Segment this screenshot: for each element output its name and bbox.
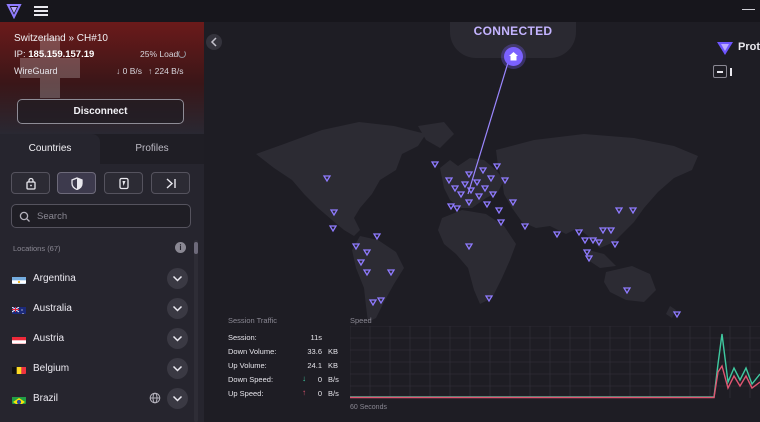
country-name: Belgium xyxy=(33,363,70,374)
down-volume-row: Down Volume: 33.6 KB xyxy=(228,347,339,356)
shield-icon xyxy=(71,177,83,190)
minimize-icon[interactable]: — xyxy=(742,2,755,16)
tor-onion-icon xyxy=(119,177,129,190)
brazil-flag xyxy=(12,394,26,404)
connection-status: CONNECTED xyxy=(473,24,553,38)
map-panel: CONNECTED Prot Session Traffic Session: … xyxy=(204,22,760,422)
load-indicator-icon xyxy=(178,50,186,58)
p2p-arrow-icon xyxy=(166,178,176,189)
country-name: Brazil xyxy=(33,393,59,404)
proton-vpn-icon[interactable] xyxy=(6,3,22,19)
collapse-sidebar-button[interactable] xyxy=(206,34,222,50)
server-name: Switzerland » CH#10 xyxy=(14,33,108,44)
expand-button[interactable] xyxy=(167,358,188,379)
hamburger-icon[interactable] xyxy=(34,4,48,18)
down-arrow-icon: ↓ xyxy=(302,374,306,383)
download-rate: ↓ 0 B/s xyxy=(116,66,142,76)
chevron-down-icon xyxy=(172,335,183,342)
minimize-map-button[interactable] xyxy=(713,65,727,78)
ip-address: IP: 185.159.157.19 xyxy=(14,49,95,60)
continents xyxy=(256,122,698,322)
lock-icon xyxy=(26,177,36,190)
expand-button[interactable] xyxy=(167,298,188,319)
sidebar-tabs: Countries Profiles xyxy=(0,134,204,164)
country-name: Austria xyxy=(33,333,65,344)
country-name: Argentina xyxy=(33,273,76,284)
country-row-austria[interactable]: Austria xyxy=(0,324,192,354)
expand-button[interactable] xyxy=(167,388,188,409)
argentina-flag xyxy=(12,274,26,284)
speed-chart-grid xyxy=(350,326,760,398)
download-speed-line xyxy=(350,333,760,398)
tor-filter-button[interactable] xyxy=(104,172,143,194)
tab-countries[interactable]: Countries xyxy=(0,134,100,164)
up-arrow-icon: ↑ xyxy=(302,388,306,397)
country-name: Australia xyxy=(33,303,72,314)
tab-profiles[interactable]: Profiles xyxy=(100,134,204,164)
session-time-row: Session: 11s xyxy=(228,333,322,342)
expand-button[interactable] xyxy=(167,268,188,289)
netshield-filter-button[interactable] xyxy=(57,172,96,194)
down-speed-row: Down Speed: ↓ 0 B/s xyxy=(228,374,339,384)
p2p-filter-button[interactable] xyxy=(151,172,190,194)
up-speed-row: Up Speed: ↑ 0 B/s xyxy=(228,388,339,398)
chevron-down-icon xyxy=(172,365,183,372)
country-row-brazil[interactable]: Brazil xyxy=(0,384,192,414)
search-icon xyxy=(19,211,30,222)
connection-card: Switzerland » CH#10 IP: 185.159.157.19 2… xyxy=(0,22,204,134)
chevron-down-icon xyxy=(172,275,183,282)
speed-chart xyxy=(350,326,760,399)
upload-speed-line xyxy=(350,364,760,399)
info-icon[interactable]: i xyxy=(175,242,186,253)
search-input[interactable]: Search xyxy=(11,204,191,228)
speed-chart-time-label: 60 Seconds xyxy=(350,404,387,411)
sidebar: Switzerland » CH#10 IP: 185.159.157.19 2… xyxy=(0,22,204,422)
chevron-down-icon xyxy=(172,305,183,312)
chevron-down-icon xyxy=(172,395,183,402)
session-traffic-header: Session Traffic xyxy=(228,316,278,325)
proton-vpn-icon xyxy=(717,42,733,55)
session-traffic-panel: Session Traffic Session: 11s Down Volume… xyxy=(228,316,344,416)
server-load: 25% Load xyxy=(140,49,179,59)
feature-filters xyxy=(11,172,191,194)
country-row-belgium[interactable]: Belgium xyxy=(0,354,192,384)
australia-flag xyxy=(12,304,26,314)
austria-flag xyxy=(12,334,26,344)
belgium-flag xyxy=(12,364,26,374)
expand-button[interactable] xyxy=(167,328,188,349)
secure-core-filter-button[interactable] xyxy=(11,172,50,194)
country-row-argentina[interactable]: Argentina xyxy=(0,264,192,294)
world-map[interactable] xyxy=(204,22,760,322)
upload-rate: ↑ 224 B/s xyxy=(148,66,184,76)
home-icon xyxy=(509,52,518,61)
locations-header: Locations (67) xyxy=(13,244,61,253)
up-volume-row: Up Volume: 24.1 KB xyxy=(228,361,339,370)
home-location-pin[interactable] xyxy=(504,47,523,66)
protocol-label: WireGuard xyxy=(14,66,58,76)
country-row-australia[interactable]: Australia xyxy=(0,294,192,324)
title-bar: — xyxy=(0,0,760,22)
brand-name: Prot xyxy=(738,41,760,53)
globe-icon xyxy=(149,392,161,404)
disconnect-button[interactable]: Disconnect xyxy=(17,99,184,124)
chevron-left-icon xyxy=(210,37,217,47)
search-placeholder: Search xyxy=(37,211,68,222)
vpn-app-window: — Switzerland » CH#10 IP: 185.159.157.19… xyxy=(0,0,760,422)
locations-scrollbar[interactable] xyxy=(194,240,198,422)
speed-chart-header: Speed xyxy=(350,316,372,325)
map-control-divider xyxy=(730,68,732,76)
